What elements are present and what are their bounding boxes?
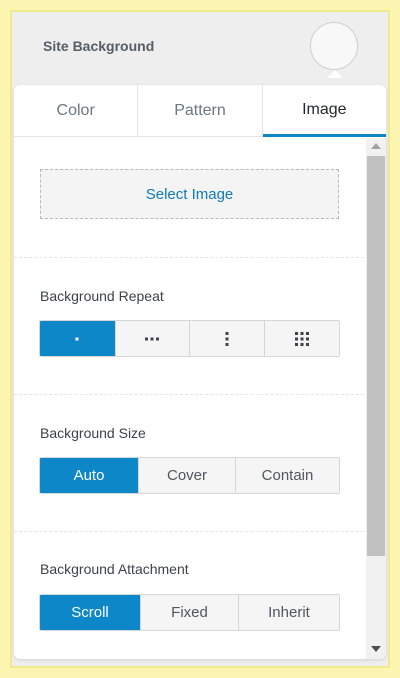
background-color-swatch[interactable] <box>310 22 358 70</box>
attachment-inherit-button[interactable]: Inherit <box>239 595 339 630</box>
scroll-up-arrow-icon[interactable] <box>371 143 381 149</box>
scroll-down-arrow-icon[interactable] <box>371 646 381 652</box>
size-cover-button[interactable]: Cover <box>139 458 236 493</box>
repeat-x-icon <box>145 337 160 340</box>
size-contain-button[interactable]: Contain <box>236 458 339 493</box>
background-size-group: Auto Cover Contain <box>39 457 340 494</box>
repeat-x-button[interactable] <box>115 321 190 356</box>
background-size-label: Background Size <box>40 425 146 441</box>
control-header: Site Background <box>12 12 388 88</box>
divider <box>14 394 364 395</box>
repeat-all-button[interactable] <box>264 321 339 356</box>
divider <box>14 257 364 258</box>
tab-image[interactable]: Image <box>262 85 386 137</box>
repeat-all-icon <box>294 331 309 346</box>
background-repeat-label: Background Repeat <box>40 288 164 304</box>
select-image-button[interactable]: Select Image <box>40 169 339 219</box>
background-popover: Color Pattern Image Select Image Backgro… <box>14 85 386 659</box>
size-auto-button[interactable]: Auto <box>40 458 139 493</box>
popover-arrow-icon <box>327 70 343 78</box>
repeat-y-button[interactable] <box>190 321 265 356</box>
tab-pattern[interactable]: Pattern <box>138 85 263 137</box>
background-repeat-group <box>39 320 340 357</box>
repeat-y-icon <box>225 331 229 346</box>
attachment-scroll-button[interactable]: Scroll <box>40 595 141 630</box>
background-type-tabs: Color Pattern Image <box>14 85 386 137</box>
background-attachment-group: Scroll Fixed Inherit <box>39 594 340 631</box>
site-background-control: Site Background Color Pattern Image Sele… <box>10 10 390 668</box>
repeat-none-button[interactable] <box>40 321 116 356</box>
no-repeat-icon <box>75 337 79 340</box>
vertical-scrollbar[interactable] <box>366 138 386 659</box>
image-tab-content: Select Image Background Repeat Backgroun… <box>14 138 364 659</box>
tab-color[interactable]: Color <box>14 85 139 137</box>
scrollbar-thumb[interactable] <box>367 156 385 556</box>
attachment-fixed-button[interactable]: Fixed <box>141 595 239 630</box>
background-attachment-label: Background Attachment <box>40 561 189 577</box>
divider <box>14 531 364 532</box>
control-title: Site Background <box>43 38 155 54</box>
